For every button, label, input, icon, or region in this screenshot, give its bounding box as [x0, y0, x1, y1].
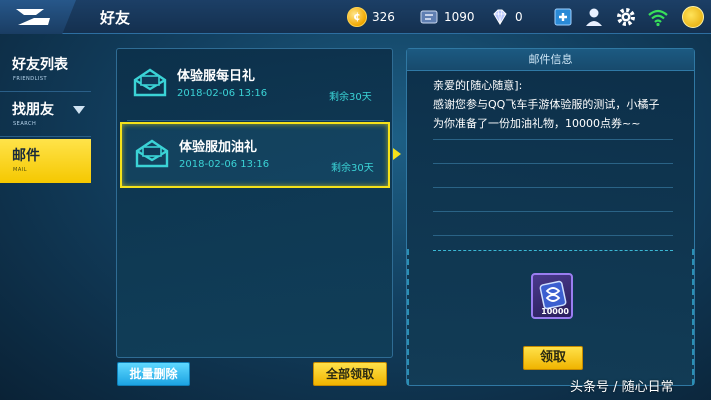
message-line: 亲爱的[随心随意]: — [433, 79, 523, 92]
mail-list[interactable]: 体验服每日礼 2018-02-06 13:16 剩余30天 体验服加油礼 201… — [116, 48, 393, 358]
back-logo-icon — [16, 9, 50, 25]
chevron-down-icon[interactable] — [73, 106, 85, 114]
sidebar-item-label: 找朋友 — [12, 102, 54, 118]
message-rule — [433, 187, 673, 188]
reward-count: 10000 — [541, 307, 569, 316]
diamond-icon — [493, 9, 507, 25]
coin-value: 326 — [372, 10, 395, 24]
mail-date: 2018-02-06 13:16 — [177, 88, 268, 99]
sidebar-item-label: 邮件 — [12, 148, 40, 164]
coin-balance: ¢ 326 — [347, 6, 395, 28]
message-rule — [433, 211, 673, 212]
mail-title: 体验服每日礼 — [177, 69, 256, 84]
mail-date: 2018-02-06 13:16 — [179, 159, 270, 170]
sidebar-item-label: 好友列表 — [12, 57, 68, 73]
sidebar-item-sublabel: FRIENDLIST — [13, 76, 48, 82]
ticket-icon — [420, 10, 438, 24]
mail-remaining: 剩余30天 — [329, 92, 372, 103]
diamond-value: 0 — [515, 10, 523, 24]
envelope-icon — [133, 68, 167, 97]
claim-all-button[interactable]: 全部领取 — [313, 362, 387, 386]
mail-remaining: 剩余30天 — [331, 163, 374, 174]
ticket-value: 1090 — [444, 10, 475, 24]
back-button[interactable] — [0, 0, 76, 34]
sidebar-item-friend-list[interactable]: 好友列表 FRIENDLIST — [0, 48, 91, 92]
list-divider — [127, 120, 384, 121]
message-rule — [433, 139, 673, 140]
sidebar-item-mail[interactable]: 邮件 MAIL — [0, 139, 91, 183]
profile-icon[interactable] — [583, 6, 605, 28]
gear-icon[interactable] — [615, 6, 637, 28]
coin-icon: ¢ — [347, 7, 367, 27]
mail-detail-panel: 邮件信息 亲爱的[随心随意]: 感谢您参与QQ飞车手游体验服的测试，小橘子 为你… — [406, 48, 695, 386]
top-bar: 好友 ¢ 326 1090 0 — [0, 0, 711, 34]
message-rule — [433, 235, 673, 236]
ticket-balance: 1090 — [419, 6, 475, 28]
mail-title: 体验服加油礼 — [179, 140, 258, 155]
page-title: 好友 — [100, 9, 131, 27]
panel-decoration — [688, 249, 694, 385]
message-rule — [433, 163, 673, 164]
detail-header: 邮件信息 — [407, 49, 694, 71]
attachment-divider — [433, 250, 673, 251]
batch-delete-button[interactable]: 批量删除 — [117, 362, 190, 386]
claim-button[interactable]: 领取 — [523, 346, 583, 370]
wifi-icon — [648, 9, 668, 27]
mail-list-item-selected[interactable]: 体验服加油礼 2018-02-06 13:16 剩余30天 — [120, 122, 390, 188]
selection-arrow-icon — [393, 148, 401, 160]
sidebar-divider — [0, 91, 91, 92]
message-line: 感谢您参与QQ飞车手游体验服的测试，小橘子 — [433, 98, 660, 111]
diamond-balance: 0 — [490, 6, 523, 28]
detail-title: 邮件信息 — [528, 53, 573, 66]
panel-decoration — [407, 249, 413, 385]
sidebar-item-sublabel: MAIL — [13, 167, 27, 173]
reward-item[interactable]: 10000 — [531, 273, 573, 319]
add-icon[interactable] — [552, 6, 574, 28]
mail-list-item[interactable]: 体验服每日礼 2018-02-06 13:16 剩余30天 — [120, 53, 390, 119]
sidebar-divider — [0, 136, 91, 137]
avatar[interactable] — [682, 6, 704, 28]
sidebar-item-search[interactable]: 找朋友 SEARCH — [0, 93, 91, 137]
envelope-icon — [135, 139, 169, 168]
watermark: 头条号 / 随心日常 — [570, 380, 674, 395]
message-line: 为你准备了一份加油礼物，10000点券~~ — [433, 117, 641, 130]
sidebar-item-sublabel: SEARCH — [13, 121, 37, 127]
